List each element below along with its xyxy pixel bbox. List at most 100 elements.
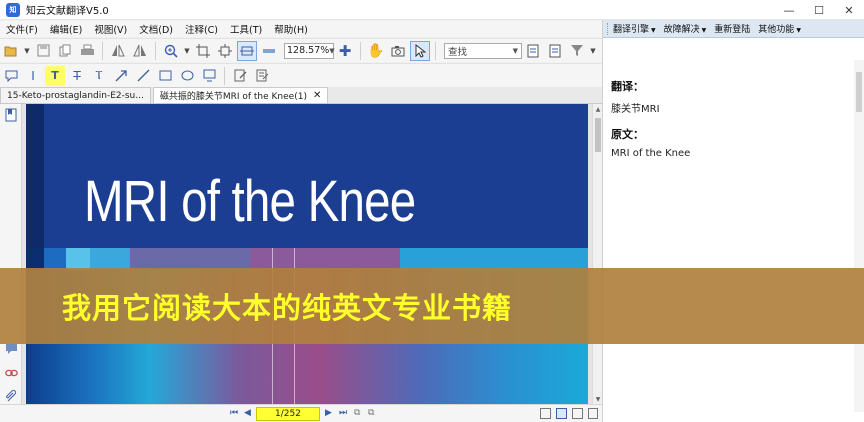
translation-text: 膝关节MRI xyxy=(611,104,660,115)
minimize-button[interactable]: — xyxy=(774,0,804,20)
translation-scrollbar[interactable] xyxy=(854,60,864,412)
left-sidebar xyxy=(0,104,22,404)
main-toolbar: ▼ ▼ 128.57% ▼ ✚ ✋ 查找 ▼ ▼ xyxy=(0,38,602,62)
hand-tool-icon[interactable]: ✋ xyxy=(366,41,386,61)
maximize-button[interactable]: ☐ xyxy=(804,0,834,20)
strikethrough-icon[interactable]: T xyxy=(67,66,87,86)
menu-comment[interactable]: 注释(C) xyxy=(179,22,224,36)
links-panel-icon[interactable] xyxy=(4,366,18,380)
back-view-icon[interactable]: ⧉ xyxy=(354,408,360,418)
app-logo-icon: 知 xyxy=(6,2,20,17)
tab-document-2[interactable]: 磁共振的膝关节MRI of the Knee(1) ✕ xyxy=(152,87,329,103)
chevron-down-icon: ▼ xyxy=(701,27,707,34)
menu-file[interactable]: 文件(F) xyxy=(0,22,44,36)
next-page-icon[interactable]: ▶ xyxy=(325,408,332,418)
troubleshoot-menu[interactable]: 故障解决 ▼ xyxy=(664,22,707,35)
scroll-thumb[interactable] xyxy=(595,118,601,152)
dropdown-caret-icon[interactable]: ▼ xyxy=(23,41,31,61)
open-folder-icon[interactable] xyxy=(1,41,21,61)
find-next-doc-icon[interactable] xyxy=(545,41,565,61)
find-value: 查找 xyxy=(448,46,468,58)
continuous-view-icon[interactable] xyxy=(556,408,567,419)
print-icon[interactable] xyxy=(77,41,97,61)
edit-note-icon[interactable] xyxy=(230,66,250,86)
translation-engine-menu[interactable]: 翻译引擎 ▼ xyxy=(613,22,656,35)
chevron-down-icon: ▼ xyxy=(651,27,656,34)
translation-toolbar: 翻译引擎 ▼ 故障解决 ▼ 重新登陆 其他功能 ▼ xyxy=(603,20,864,38)
translation-panel: 翻译引擎 ▼ 故障解决 ▼ 重新登陆 其他功能 ▼ 翻译： 膝关节MRI 原文： MR… xyxy=(602,20,864,422)
menu-edit[interactable]: 编辑(E) xyxy=(44,22,88,36)
original-label: 原文： xyxy=(611,128,644,141)
chevron-down-icon: ▼ xyxy=(329,46,335,55)
stamp-icon[interactable] xyxy=(199,66,219,86)
text-cursor-icon[interactable]: Ⅰ xyxy=(23,66,43,86)
prev-page-icon[interactable]: ◀ xyxy=(244,408,251,418)
translation-label: 翻译： xyxy=(611,80,644,93)
highlight-text-icon[interactable]: T xyxy=(45,65,65,86)
annotation-toolbar: Ⅰ T T Ⲧ xyxy=(0,63,602,87)
toolbar-separator xyxy=(435,41,436,60)
ellipse-icon[interactable] xyxy=(177,66,197,86)
flip-horizontal-icon[interactable] xyxy=(108,41,128,61)
zoom-in-icon[interactable] xyxy=(161,41,181,61)
select-text-icon[interactable] xyxy=(410,40,430,61)
comment-bubble-icon[interactable] xyxy=(1,66,21,86)
filter-dropdown-caret-icon[interactable]: ▼ xyxy=(589,41,597,61)
chevron-down-icon: ▼ xyxy=(512,46,518,55)
first-page-icon[interactable]: ⏮ xyxy=(230,408,238,418)
document-viewport[interactable]: MRI of the Knee xyxy=(22,104,592,404)
document-scrollbar[interactable]: ▲ ▼ xyxy=(592,104,602,404)
crop-icon[interactable] xyxy=(193,41,213,61)
toolbar-separator xyxy=(102,41,103,60)
menu-help[interactable]: 帮助(H) xyxy=(268,22,314,36)
filter-icon[interactable] xyxy=(567,41,587,61)
snapshot-camera-icon[interactable] xyxy=(388,41,408,61)
relogin-button[interactable]: 重新登陆 xyxy=(714,22,750,35)
arrow-icon[interactable] xyxy=(111,66,131,86)
two-page-view-icon[interactable] xyxy=(572,408,583,419)
line-icon[interactable] xyxy=(133,66,153,86)
flip-vertical-icon[interactable] xyxy=(130,41,150,61)
fit-width-icon[interactable] xyxy=(237,40,257,61)
title-bar: 知 知云文献翻译V5.0 — ☐ ✕ xyxy=(0,0,864,20)
find-prev-doc-icon[interactable] xyxy=(523,41,543,61)
menu-document[interactable]: 文档(D) xyxy=(133,22,179,36)
last-page-icon[interactable]: ⏭ xyxy=(339,408,347,418)
bookmark-panel-icon[interactable] xyxy=(4,108,18,122)
document-tabs: 15-Keto-prostaglandin-E2-su... 磁共振的膝关节MR… xyxy=(0,87,602,104)
rectangle-icon[interactable] xyxy=(155,66,175,86)
comments-panel-icon[interactable] xyxy=(4,342,18,356)
page-number-field[interactable]: 1/252 xyxy=(256,407,320,421)
underline-text-icon[interactable]: Ⲧ xyxy=(89,66,109,86)
menu-view[interactable]: 视图(V) xyxy=(88,22,133,36)
copy-icon[interactable] xyxy=(55,41,75,61)
chevron-down-icon: ▼ xyxy=(796,27,801,34)
menu-tools[interactable]: 工具(T) xyxy=(224,22,268,36)
save-icon[interactable] xyxy=(33,41,53,61)
window-title: 知云文献翻译V5.0 xyxy=(26,6,109,17)
zoom-out-icon[interactable] xyxy=(259,41,279,61)
other-functions-menu[interactable]: 其他功能 ▼ xyxy=(758,22,801,35)
zoom-plus-icon[interactable]: ✚ xyxy=(335,41,355,61)
find-select[interactable]: 查找 ▼ xyxy=(444,42,522,59)
tab-close-icon[interactable]: ✕ xyxy=(313,90,321,101)
scroll-thumb[interactable] xyxy=(856,72,862,112)
toolbar-separator xyxy=(360,41,361,60)
forward-view-icon[interactable]: ⧉ xyxy=(368,408,374,418)
toolbar-grip xyxy=(607,22,610,35)
toolbar-separator xyxy=(155,41,156,60)
book-title: MRI of the Knee xyxy=(84,169,416,234)
close-button[interactable]: ✕ xyxy=(834,0,864,20)
zoom-dropdown-caret-icon[interactable]: ▼ xyxy=(183,41,191,61)
two-page-continuous-view-icon[interactable] xyxy=(588,408,598,419)
tab-document-1[interactable]: 15-Keto-prostaglandin-E2-su... xyxy=(0,87,151,103)
fit-page-icon[interactable] xyxy=(215,41,235,61)
window-controls: — ☐ ✕ xyxy=(774,0,864,20)
attachment-panel-icon[interactable] xyxy=(4,388,18,402)
edit-list-icon[interactable] xyxy=(252,66,272,86)
toolbar-separator xyxy=(224,66,225,85)
original-text: MRI of the Knee xyxy=(611,148,691,159)
zoom-level-select[interactable]: 128.57% ▼ xyxy=(284,42,335,59)
tab-label: 15-Keto-prostaglandin-E2-su... xyxy=(7,90,144,101)
single-page-view-icon[interactable] xyxy=(540,408,551,419)
